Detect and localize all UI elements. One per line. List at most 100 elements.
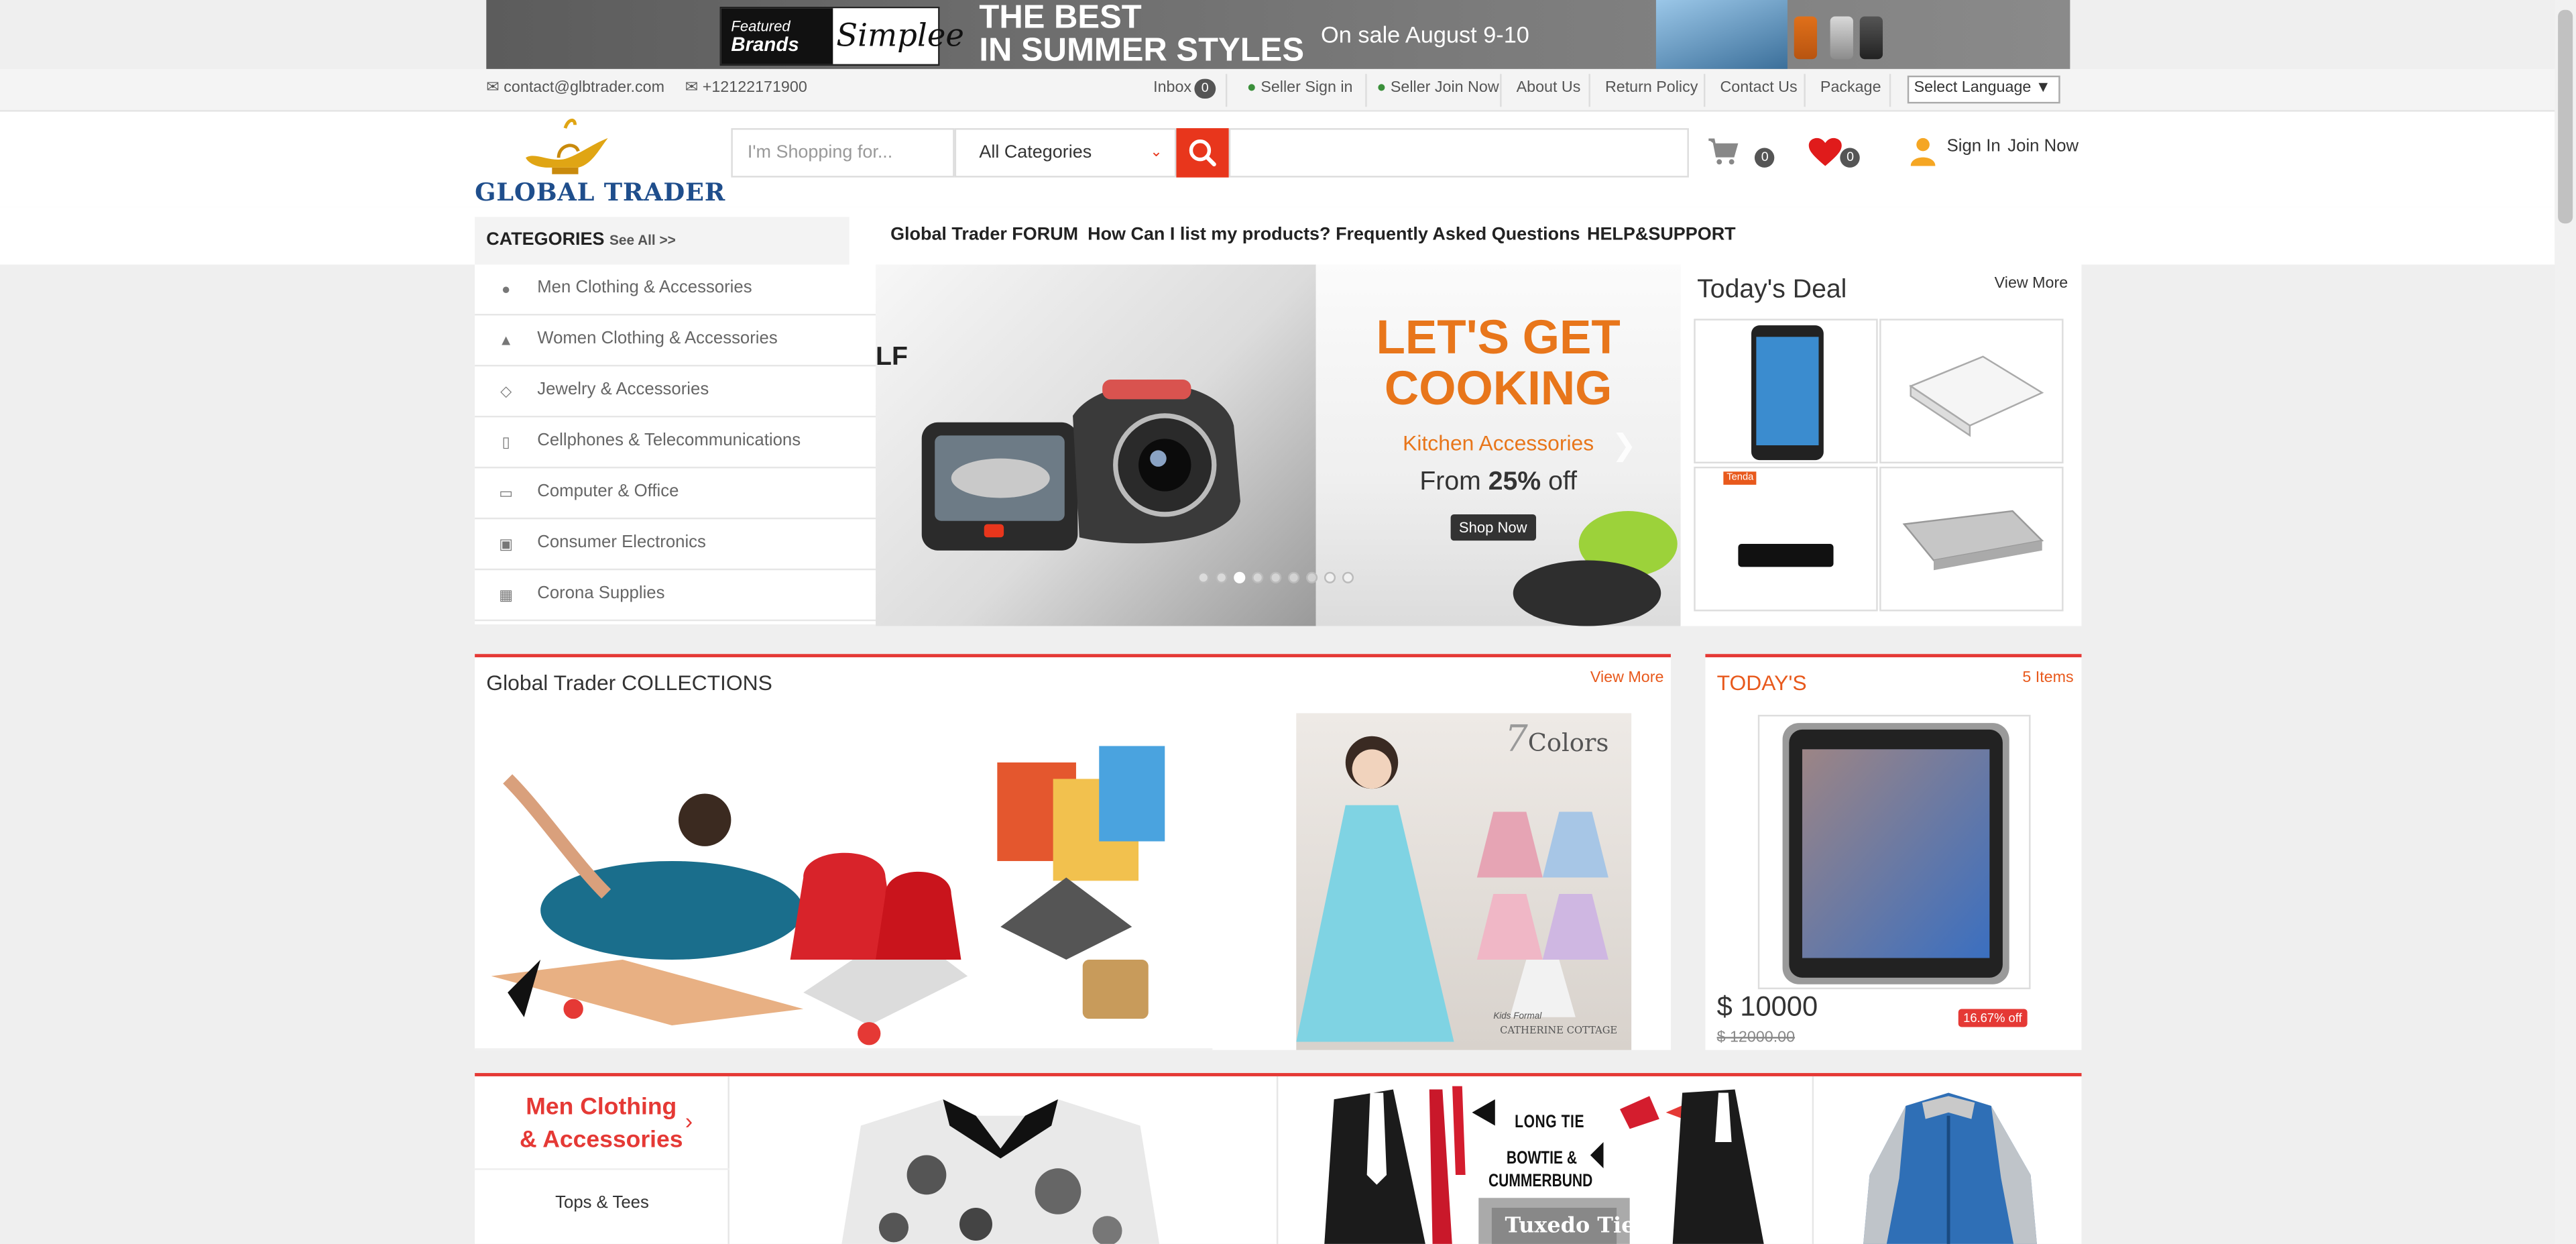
category-label: Computer & Office [537,481,679,502]
deal-product-router[interactable]: Tenda [1694,466,1878,612]
nav-forum-link[interactable]: Global Trader FORUM [890,225,1078,245]
discount-badge: 16.67% off [1958,1009,2028,1027]
nav-faq-link[interactable]: Frequently Asked Questions [1336,225,1580,245]
slider-dot[interactable] [1197,571,1210,583]
search-bar-extension [1228,128,1689,178]
shop-now-button[interactable]: Shop Now [1450,514,1535,541]
site-logo-text[interactable]: GLOBAL TRADER [475,178,725,207]
slider-dot[interactable] [1252,571,1264,583]
todays-product-image[interactable] [1757,714,2031,990]
language-select[interactable]: Select Language ▼ [1907,75,2060,104]
banner-sale-text: On sale August 9-10 [1321,21,1529,48]
promo-banner[interactable]: Featured Brands Simplee THE BEST IN SUMME… [486,0,2070,69]
banner-brands: Brands [731,33,799,56]
category-select-value: All Categories [979,143,1092,163]
category-item-consumer-electronics[interactable]: ▣ Consumer Electronics [475,519,876,571]
banner-line1: THE BEST [979,0,1142,36]
banner-product-image [1830,16,1853,60]
chevron-down-icon: ▼ [2035,78,2051,97]
inbox-count-badge: 0 [1194,78,1216,99]
slider-dot[interactable] [1288,571,1300,583]
network-switch-image [1909,355,2044,437]
slider-dot[interactable] [1342,571,1354,583]
join-now-link[interactable]: Join Now [2007,136,2079,156]
banner-headline: THE BEST IN SUMMER STYLES [979,1,1304,67]
sign-in-link[interactable]: Sign In [1947,136,2001,156]
deal-product-switch[interactable] [1879,319,2064,463]
seller-join-now-link[interactable]: ● Seller Join Now [1377,79,1499,97]
utility-email[interactable]: ✉ contact@glbtrader.com [486,79,664,97]
men-subcategory-tops-tees[interactable]: Tops & Tees [475,1193,729,1212]
banner-product-image [1859,16,1883,60]
deal-product-speaker[interactable] [1879,466,2064,612]
utility-phone[interactable]: ✉ +12122171900 [685,79,807,97]
divider [1588,74,1590,107]
slider-dots [1197,571,1362,589]
camera-icon: ▣ [499,535,514,553]
category-item-men-clothing[interactable]: ● Men Clothing & Accessories [475,264,876,316]
see-all-link[interactable]: See All >> [609,231,676,248]
search-input[interactable]: I'm Shopping for... [731,128,955,178]
inbox-label: Inbox [1153,78,1192,97]
speaker-image [1902,510,2044,571]
category-item-corona-supplies[interactable]: ▦ Corona Supplies [475,570,876,622]
category-select[interactable]: All Categories ⌄ [954,128,1177,178]
slide-offer-from: From [1419,468,1481,496]
men-clothing-title[interactable]: Men Clothing & Accessories [511,1091,692,1157]
slider-dot[interactable] [1216,571,1228,583]
todays-item-count[interactable]: 5 Items [2022,669,2073,687]
nav-list-products-link[interactable]: How Can I list my products? [1088,225,1330,245]
tablet-image [1751,325,1824,461]
tenda-tag: Tenda [1723,471,1757,485]
scrollbar-thumb[interactable] [2558,9,2573,224]
dress-caption-2: CATHERINE COTTAGE [1500,1025,1618,1037]
collection-shopping-banner[interactable] [475,713,1213,1050]
diamond-icon: ◇ [500,382,512,400]
tie-label-3: CUMMERBUND [1488,1172,1593,1192]
todays-deal-view-more[interactable]: View More [1995,274,2068,292]
tie-label-1: LONG TIE [1515,1112,1585,1133]
category-label: Corona Supplies [537,583,665,604]
heart-icon[interactable] [1807,136,1843,168]
slider-dot[interactable] [1324,571,1336,583]
return-policy-link[interactable]: Return Policy [1605,79,1698,97]
category-item-computer-office[interactable]: ▭ Computer & Office [475,468,876,520]
collections-title: Global Trader COLLECTIONS [486,670,772,695]
package-link[interactable]: Package [1820,79,1881,97]
seller-sign-in-link[interactable]: ● Seller Sign in [1247,79,1353,97]
inbox-link[interactable]: Inbox 0 [1153,78,1216,99]
men-product-jacket[interactable] [1814,1076,2081,1244]
collection-kids-dress-banner[interactable]: 7Colors Kids Formal CATHERINE COTTAGE [1296,713,1632,1050]
men-product-shirt[interactable] [729,1076,1279,1244]
men-product-tuxedo[interactable]: LONG TIE BOWTIE & CUMMERBUND Tuxedo Tie [1278,1076,1814,1244]
hero-slider[interactable]: LF LET'S GET COOKING Kitchen Accessories… [876,264,1681,626]
banner-product-image [1794,16,1818,60]
ipad-image [1782,723,2009,984]
slide-heading-1: LET'S GET [1376,312,1621,365]
collections-view-more[interactable]: View More [1590,669,1664,687]
divider [1703,74,1706,107]
category-item-cellphones[interactable]: ▯ Cellphones & Telecommunications [475,417,876,469]
category-item-jewelry[interactable]: ◇ Jewelry & Accessories [475,366,876,418]
slider-dot[interactable] [1234,571,1246,583]
nav-help-support-link[interactable]: HELP&SUPPORT [1587,225,1736,245]
seller-join-now-label: Seller Join Now [1390,78,1499,97]
slider-dot[interactable] [1305,571,1318,583]
men-clothing-title-line2: & Accessories [519,1127,683,1154]
divider [1500,74,1502,107]
slider-dot[interactable] [1270,571,1282,583]
banner-brand-name: Simplee [836,17,964,54]
search-button[interactable] [1176,128,1229,178]
deal-product-tablet[interactable] [1694,319,1878,463]
banner-model-image [1655,0,1788,69]
category-label: Cellphones & Telecommunications [537,430,801,451]
lamp-logo-icon[interactable] [519,115,614,181]
cart-icon[interactable] [1707,136,1740,166]
chevron-right-icon[interactable]: › [685,1108,693,1134]
contact-us-link[interactable]: Contact Us [1720,79,1797,97]
category-item-women-clothing[interactable]: ▲ Women Clothing & Accessories [475,315,876,367]
about-us-link[interactable]: About Us [1517,79,1581,97]
slider-next-arrow-icon[interactable]: ❯ [1612,429,1637,463]
kids-dress-image [1296,736,1608,1042]
men-clothing-section: Men Clothing & Accessories › Tops & Tees [475,1073,2082,1244]
